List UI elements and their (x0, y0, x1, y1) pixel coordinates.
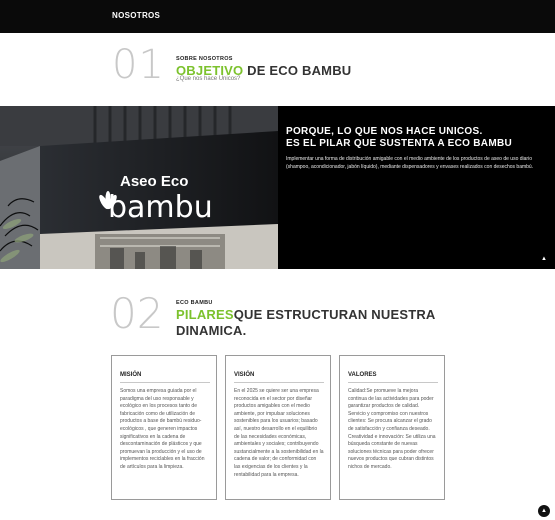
section-heading: PILARESQUE ESTRUCTURAN NUESTRA DINAMICA. (176, 307, 436, 339)
storefront-illustration: Aseo Eco bambu (0, 106, 278, 269)
storefront-photo: Aseo Eco bambu (0, 106, 278, 269)
section-number: 02 (110, 289, 164, 338)
chevron-up-icon[interactable]: ▲ (539, 254, 549, 264)
card-body: En el 2025 se quiere ser una empresa rec… (234, 388, 324, 478)
values-card: VALORES Calidad:Se promueve la mejora co… (339, 355, 445, 500)
sign-text-bottom: bambu (108, 190, 213, 225)
pillars-section: 02 ECO BAMBU PILARESQUE ESTRUCTURAN NUES… (0, 269, 555, 520)
section-subtitle: ¿Que nos hace Unicos? (176, 76, 241, 82)
top-navbar: NOSOTROS (0, 0, 555, 33)
hero-title-line1: PORQUE, LO QUE NOS HACE UNICOS. (286, 126, 483, 137)
heading-rest: DE ECO BAMBU (243, 63, 352, 78)
card-body: Somos una empresa guiada por el paradigm… (120, 388, 205, 470)
heading-accent: PILARES (176, 307, 234, 322)
hero-banner: Aseo Eco bambu PORQUE, LO QUE NOS HACE U… (0, 106, 555, 269)
card-body: Calidad:Se promueve la mejora continua d… (348, 388, 436, 470)
hero-title-line2: ES EL PILAR QUE SUSTENTA A ECO BAMBU (286, 138, 512, 149)
card-divider (348, 382, 438, 383)
card-title: VISIÓN (234, 372, 255, 378)
nav-title[interactable]: NOSOTROS (112, 11, 160, 20)
hero-text-block: PORQUE, LO QUE NOS HACE UNICOS. ES EL PI… (286, 126, 548, 171)
sign-text-top: Aseo Eco (120, 173, 188, 190)
about-section: 01 SOBRE NOSOTROS OBJETIVO DE ECO BAMBU … (0, 33, 555, 106)
card-title: MISIÓN (120, 372, 142, 378)
card-title: VALORES (348, 372, 377, 378)
section-number: 01 (112, 42, 165, 88)
vision-card: VISIÓN En el 2025 se quiere ser una empr… (225, 355, 331, 500)
mission-card: MISIÓN Somos una empresa guiada por el p… (111, 355, 217, 500)
hero-description: Implementar una forma de distribución am… (286, 156, 534, 170)
section-kicker: ECO BAMBU (176, 300, 213, 306)
card-divider (120, 382, 210, 383)
card-divider (234, 382, 324, 383)
section-kicker: SOBRE NOSOTROS (176, 56, 233, 62)
arrow-up-icon[interactable]: ▲ (538, 505, 550, 517)
